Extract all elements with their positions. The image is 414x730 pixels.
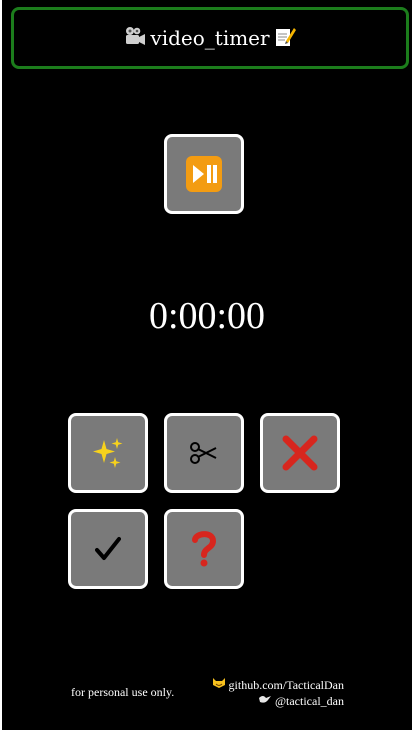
confirm-button[interactable]: [68, 509, 148, 589]
app-header: video_timer: [11, 7, 409, 69]
scissors-icon: [189, 438, 219, 468]
credits: github.com/TacticalDan @tactical_dan: [212, 677, 344, 709]
twitter-link[interactable]: @tactical_dan: [212, 693, 344, 709]
movie-camera-icon: [124, 26, 146, 51]
app-title: video_timer: [150, 26, 270, 50]
scissors-button[interactable]: [164, 413, 244, 493]
github-link-text[interactable]: github.com/TacticalDan: [229, 678, 344, 692]
memo-icon: [274, 25, 296, 52]
sparkles-icon: [91, 436, 125, 470]
app-screen: video_timer 0:00:00 for personal use onl…: [2, 0, 412, 730]
delete-button[interactable]: [260, 413, 340, 493]
help-button[interactable]: [164, 509, 244, 589]
twitter-handle-text[interactable]: @tactical_dan: [275, 694, 344, 708]
usage-notice: for personal use only.: [71, 685, 175, 699]
timer-display: 0:00:00: [148, 295, 266, 337]
cross-mark-icon: [282, 435, 318, 471]
dove-icon: [258, 694, 275, 708]
question-mark-icon: [191, 530, 217, 568]
github-link[interactable]: github.com/TacticalDan: [212, 677, 344, 693]
play-pause-button[interactable]: [164, 134, 244, 214]
play-pause-icon: [185, 155, 223, 193]
check-mark-icon: [95, 536, 121, 562]
smiling-cat-icon: [212, 678, 229, 692]
sparkles-button[interactable]: [68, 413, 148, 493]
